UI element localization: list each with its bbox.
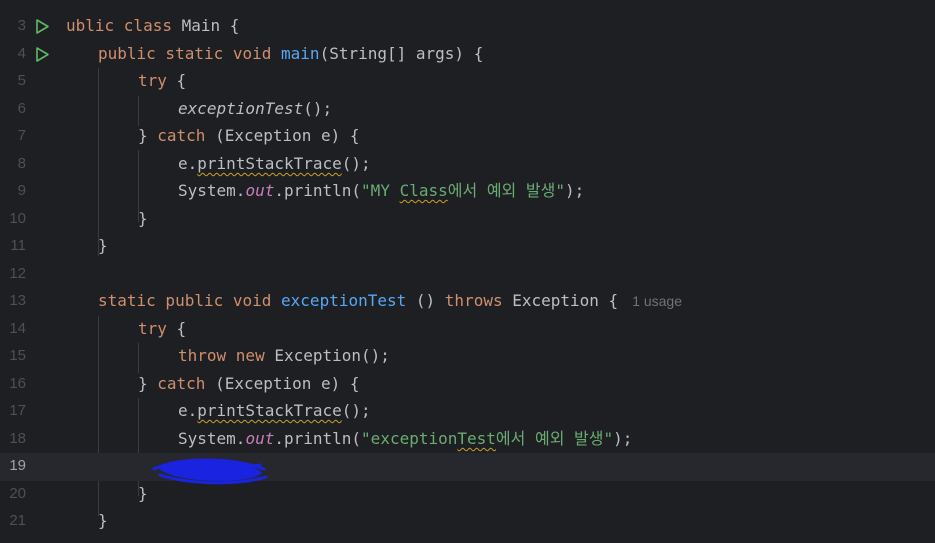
line-number: 10 bbox=[9, 210, 26, 227]
code-text: try { bbox=[138, 319, 187, 338]
code-text: } bbox=[138, 209, 148, 228]
code-line[interactable]: 3 ublic class Main { bbox=[0, 13, 935, 41]
code-text: } catch (Exception e) { bbox=[138, 126, 360, 145]
code-line[interactable]: 18 System.out.println("exceptionTest에서 예… bbox=[0, 426, 935, 454]
code-line[interactable]: 8 e.printStackTrace(); bbox=[0, 151, 935, 179]
current-code-line[interactable]: 19 bbox=[0, 453, 935, 481]
line-number: 13 bbox=[9, 292, 26, 309]
code-line[interactable]: 12 bbox=[0, 261, 935, 289]
line-number: 4 bbox=[17, 45, 26, 62]
usage-hint[interactable]: 1 usage bbox=[632, 293, 682, 309]
line-number: 5 bbox=[17, 72, 26, 89]
code-text: System.out.println("MY Class에서 예외 발생"); bbox=[178, 181, 585, 200]
redaction-scribble bbox=[152, 458, 268, 485]
code-text: } bbox=[98, 511, 108, 530]
line-number: 9 bbox=[17, 182, 26, 199]
code-line[interactable]: 14 try { bbox=[0, 316, 935, 344]
line-number: 21 bbox=[9, 512, 26, 529]
line-number: 19 bbox=[9, 457, 26, 474]
code-text: System.out.println("exceptionTest에서 예외 발… bbox=[178, 429, 633, 448]
code-text: e.printStackTrace(); bbox=[178, 401, 371, 420]
code-text: static public void exceptionTest () thro… bbox=[98, 291, 683, 310]
code-text: e.printStackTrace(); bbox=[178, 154, 371, 173]
line-number: 8 bbox=[17, 155, 26, 172]
line-number: 11 bbox=[10, 237, 26, 254]
code-line[interactable]: 7 } catch (Exception e) { bbox=[0, 123, 935, 151]
code-line[interactable]: 10 } bbox=[0, 206, 935, 234]
code-line[interactable]: 15 throw new Exception(); bbox=[0, 343, 935, 371]
line-number: 7 bbox=[17, 127, 26, 144]
code-line[interactable]: 9 System.out.println("MY Class에서 예외 발생")… bbox=[0, 178, 935, 206]
code-line[interactable]: 17 e.printStackTrace(); bbox=[0, 398, 935, 426]
run-icon[interactable] bbox=[34, 46, 50, 63]
code-text: try { bbox=[138, 71, 187, 90]
line-number: 16 bbox=[9, 375, 26, 392]
code-text: public static void main(String[] args) { bbox=[98, 44, 484, 63]
line-number: 18 bbox=[9, 430, 26, 447]
code-line[interactable]: 16 } catch (Exception e) { bbox=[0, 371, 935, 399]
line-number: 3 bbox=[17, 17, 26, 34]
code-text: } catch (Exception e) { bbox=[138, 374, 360, 393]
line-number: 6 bbox=[17, 100, 26, 117]
line-number: 14 bbox=[9, 320, 26, 337]
line-number: 15 bbox=[9, 347, 26, 364]
line-number: 12 bbox=[9, 265, 26, 282]
run-icon[interactable] bbox=[34, 18, 50, 35]
code-line[interactable]: 13 static public void exceptionTest () t… bbox=[0, 288, 935, 316]
code-editor[interactable]: 3 ublic class Main { 4 public static voi… bbox=[0, 0, 935, 543]
code-line[interactable]: 4 public static void main(String[] args)… bbox=[0, 41, 935, 69]
code-line[interactable]: 5 try { bbox=[0, 68, 935, 96]
line-number: 17 bbox=[9, 402, 26, 419]
code-text: } bbox=[138, 484, 148, 503]
code-line[interactable]: 20 } bbox=[0, 481, 935, 509]
code-text: throw new Exception(); bbox=[178, 346, 390, 365]
code-text: ublic class Main { bbox=[66, 16, 240, 35]
line-number: 20 bbox=[9, 485, 26, 502]
code-line[interactable]: 11 } bbox=[0, 233, 935, 261]
code-line[interactable]: 21 } bbox=[0, 508, 935, 536]
code-text: exceptionTest(); bbox=[178, 99, 333, 118]
code-line[interactable]: 6 exceptionTest(); bbox=[0, 96, 935, 124]
code-text: } bbox=[98, 236, 108, 255]
